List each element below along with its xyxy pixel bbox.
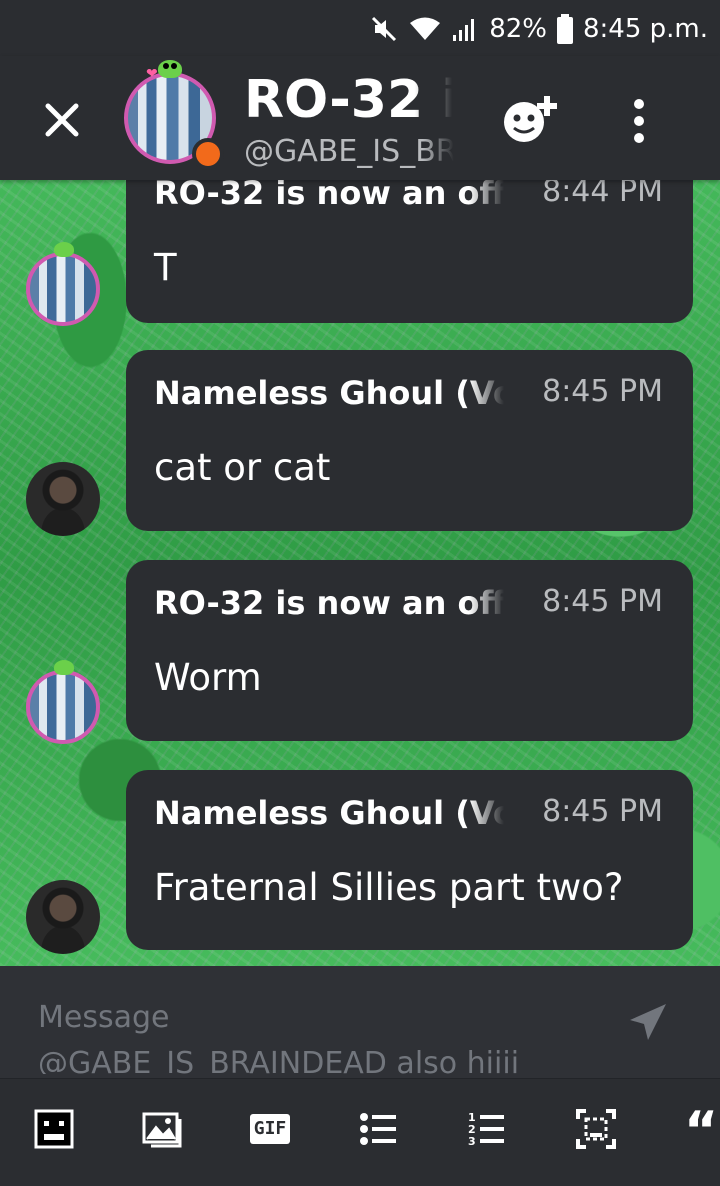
gif-button[interactable]: GIF: [250, 1114, 290, 1144]
message-author[interactable]: RO-32 is now an official: [154, 180, 504, 216]
close-icon[interactable]: [40, 98, 84, 142]
send-icon[interactable]: [628, 1002, 668, 1042]
image-icon[interactable]: [142, 1109, 182, 1149]
message-input-placeholder[interactable]: Message: [38, 1000, 169, 1035]
wifi-icon: [410, 17, 441, 40]
message-author[interactable]: RO-32 is now an official: [154, 584, 504, 626]
frog-icon: [158, 60, 182, 78]
message-list[interactable]: RO-32 is now an official 8:44 PM T Namel…: [0, 180, 720, 966]
bulleted-list-icon[interactable]: [358, 1109, 398, 1149]
more-options-icon[interactable]: [624, 96, 654, 146]
message-composer[interactable]: Message @GABE_IS_BRAINDEAD also hiiii: [0, 966, 720, 1078]
message-time: 8:45 PM: [542, 794, 663, 829]
battery-percent: 82%: [489, 14, 547, 44]
mute-icon: [372, 16, 397, 42]
status-dot: [192, 138, 224, 170]
signal-icon: [453, 19, 475, 41]
message-author[interactable]: Nameless Ghoul (Vocalist): [154, 374, 504, 416]
message-avatar[interactable]: [26, 242, 100, 326]
message-bubble[interactable]: Nameless Ghoul (Vocalist) 8:45 PM Frater…: [126, 770, 693, 950]
quote-button[interactable]: “: [684, 1101, 720, 1151]
message-avatar[interactable]: [26, 660, 100, 744]
dm-header: ❤ RO-32 is now an official @GABE_IS_BRAI…: [0, 56, 720, 180]
message-text: cat or cat: [154, 446, 331, 489]
message-avatar[interactable]: [26, 462, 100, 536]
sticker-icon[interactable]: [34, 1109, 74, 1149]
heart-icon: ❤: [146, 66, 158, 82]
message-bubble[interactable]: RO-32 is now an official 8:44 PM T: [126, 180, 693, 323]
frog-icon: [54, 242, 74, 257]
message-avatar[interactable]: [26, 880, 100, 954]
spoiler-icon[interactable]: [576, 1109, 616, 1149]
message-bubble[interactable]: RO-32 is now an official 8:45 PM Worm: [126, 560, 693, 741]
svg-text:3: 3: [468, 1135, 476, 1148]
clock: 8:45 p.m.: [582, 14, 708, 44]
message-text: Worm: [154, 656, 262, 699]
message-bubble[interactable]: Nameless Ghoul (Vocalist) 8:45 PM cat or…: [126, 350, 693, 531]
message-author[interactable]: Nameless Ghoul (Vocalist): [154, 794, 504, 836]
message-input[interactable]: @GABE_IS_BRAINDEAD also hiiii: [38, 1046, 598, 1074]
status-indicators: 82% 8:45 p.m.: [369, 8, 708, 50]
message-time: 8:44 PM: [542, 180, 663, 209]
numbered-list-icon[interactable]: 1 2 3: [466, 1109, 506, 1149]
message-text: Fraternal Sillies part two?: [154, 866, 624, 909]
battery-icon: [556, 14, 573, 44]
status-bar: 82% 8:45 p.m.: [0, 0, 720, 56]
dm-title[interactable]: RO-32 is now an official: [244, 70, 452, 132]
add-friend-icon[interactable]: [500, 90, 564, 146]
message-time: 8:45 PM: [542, 584, 663, 619]
formatting-toolbar: GIF 1 2 3 “: [0, 1078, 720, 1186]
frog-icon: [54, 660, 74, 675]
message-text: T: [154, 246, 177, 289]
dm-username: @GABE_IS_BRAINDEAD: [244, 134, 454, 169]
message-time: 8:45 PM: [542, 374, 663, 409]
